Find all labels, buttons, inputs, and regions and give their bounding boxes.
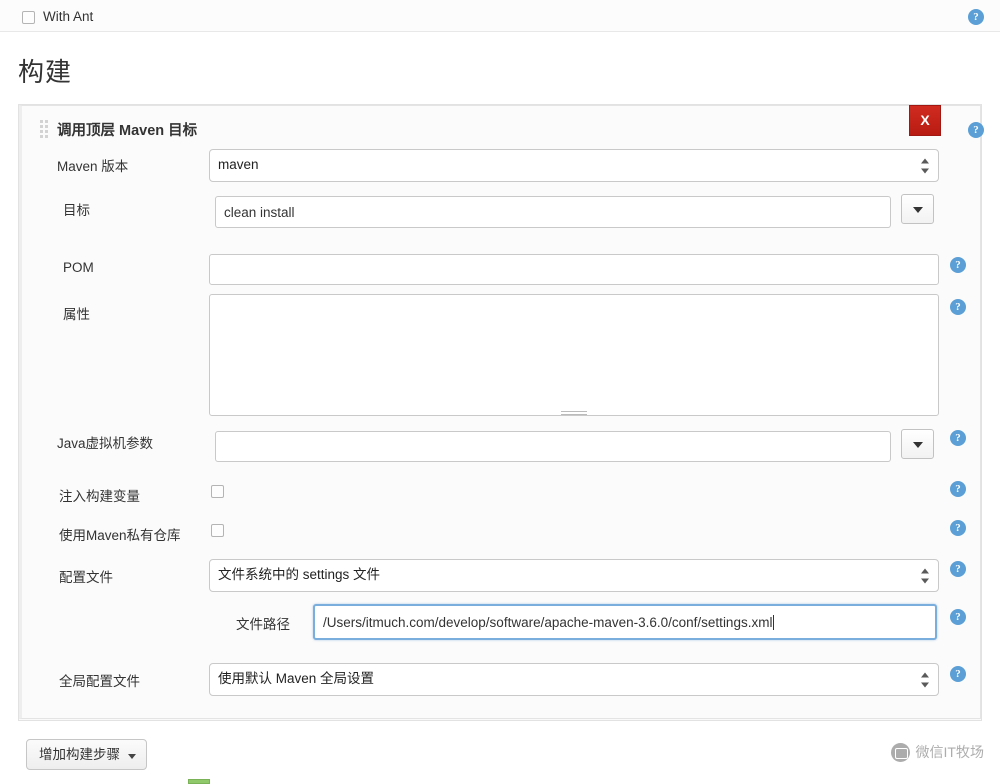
select-arrows-icon xyxy=(921,567,930,584)
help-icon[interactable]: ? xyxy=(950,481,966,497)
maven-version-select[interactable]: maven xyxy=(209,149,939,182)
watermark-text: 微信IT牧场 xyxy=(916,742,984,762)
textarea-resize-handle[interactable] xyxy=(561,411,587,415)
builder-title: 调用顶层 Maven 目标 xyxy=(57,119,197,140)
delete-builder-button[interactable]: X xyxy=(909,105,941,136)
properties-label: 属性 xyxy=(63,303,90,323)
jvm-options-label: Java虚拟机参数 xyxy=(57,432,153,452)
help-icon[interactable]: ? xyxy=(950,257,966,273)
file-path-input[interactable]: /Users/itmuch.com/develop/software/apach… xyxy=(313,604,937,640)
help-icon[interactable]: ? xyxy=(950,561,966,577)
jvm-options-dropdown-button[interactable] xyxy=(901,429,934,459)
help-icon[interactable]: ? xyxy=(950,430,966,446)
help-icon[interactable]: ? xyxy=(968,122,984,138)
goals-input[interactable] xyxy=(215,196,891,228)
add-build-step-label: 增加构建步骤 xyxy=(39,747,120,762)
pom-input[interactable] xyxy=(209,254,939,285)
file-path-label: 文件路径 xyxy=(236,613,290,633)
pom-label: POM xyxy=(63,260,94,275)
select-arrows-icon xyxy=(921,671,930,688)
with-ant-checkbox[interactable] xyxy=(22,11,35,24)
file-path-value: /Users/itmuch.com/develop/software/apach… xyxy=(323,615,772,630)
wechat-icon xyxy=(891,743,910,762)
settings-file-label: 配置文件 xyxy=(59,566,113,586)
settings-file-select[interactable]: 文件系统中的 settings 文件 xyxy=(209,559,939,592)
global-settings-label: 全局配置文件 xyxy=(59,670,140,690)
with-ant-row: With Ant ? xyxy=(0,0,1000,32)
help-icon[interactable]: ? xyxy=(950,666,966,682)
inject-build-variables-label: 注入构建变量 xyxy=(59,485,140,505)
help-icon[interactable]: ? xyxy=(950,520,966,536)
maven-version-value: maven xyxy=(218,157,259,172)
text-caret xyxy=(773,615,774,630)
help-icon[interactable]: ? xyxy=(950,609,966,625)
inject-build-variables-checkbox[interactable] xyxy=(211,485,224,498)
select-arrows-icon xyxy=(921,157,930,174)
add-build-step-button[interactable]: 增加构建步骤 xyxy=(26,739,147,770)
help-icon[interactable]: ? xyxy=(950,299,966,315)
help-icon[interactable]: ? xyxy=(968,9,984,25)
jvm-options-input[interactable] xyxy=(215,431,891,462)
with-ant-label: With Ant xyxy=(43,9,93,24)
properties-textarea[interactable] xyxy=(209,294,939,416)
goals-dropdown-button[interactable] xyxy=(901,194,934,224)
settings-file-value: 文件系统中的 settings 文件 xyxy=(218,567,380,582)
page-title: 构建 xyxy=(18,52,72,89)
goals-label: 目标 xyxy=(63,199,90,219)
maven-version-label: Maven 版本 xyxy=(57,155,128,175)
private-repository-label: 使用Maven私有仓库 xyxy=(59,524,181,544)
global-settings-value: 使用默认 Maven 全局设置 xyxy=(218,671,374,686)
global-settings-select[interactable]: 使用默认 Maven 全局设置 xyxy=(209,663,939,696)
drag-handle-icon[interactable] xyxy=(40,120,49,136)
save-button-sliver[interactable] xyxy=(188,779,210,784)
private-repository-checkbox[interactable] xyxy=(211,524,224,537)
chevron-down-icon xyxy=(128,754,136,759)
watermark: 微信IT牧场 xyxy=(891,742,984,762)
